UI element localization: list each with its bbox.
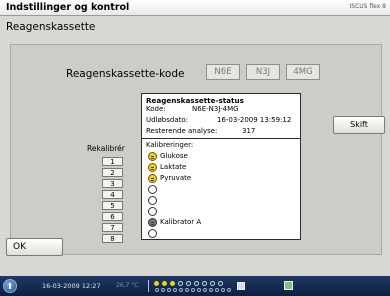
- vial-slot-icon: [167, 288, 171, 292]
- vial-slot-icon: [221, 288, 225, 292]
- sample-slot-icon: [210, 281, 215, 286]
- remaining-label: Resterende analyse:: [146, 127, 218, 135]
- expiry-label: Udløbsdato:: [146, 116, 189, 124]
- vial-slot-icon: [209, 288, 213, 292]
- status-divider: [142, 138, 300, 139]
- cassette-code-label: Reagenskassette-kode: [66, 68, 185, 80]
- recalibrate-label: Rekalibrér: [87, 144, 125, 153]
- sample-slot-icon: [218, 281, 223, 286]
- power-icon[interactable]: [3, 279, 17, 293]
- empty-circle-icon: [148, 207, 157, 216]
- vial-slot-icon: [215, 288, 219, 292]
- change-cassette-button[interactable]: Skift: [333, 116, 385, 134]
- calibrator-icon: [148, 218, 157, 227]
- window-title: Indstillinger og kontrol: [6, 2, 130, 13]
- sample-slot-icon: [186, 281, 191, 286]
- calibrations-label: Kalibreringer:: [146, 141, 194, 149]
- cassette-code-field-2[interactable]: N3J: [246, 64, 280, 80]
- empty-circle-icon: [148, 196, 157, 205]
- calibration-label: Glukose: [160, 152, 188, 160]
- empty-circle-icon: [148, 185, 157, 194]
- smiley-icon: [148, 163, 157, 172]
- status-title: Reagenskassette-status: [146, 96, 244, 105]
- sample-slot-icon: [202, 281, 207, 286]
- cassette-status-icon[interactable]: [237, 282, 245, 290]
- remaining-value: 317: [242, 127, 256, 135]
- smiley-icon: [148, 174, 157, 183]
- vial-slot-icon: [161, 288, 165, 292]
- sample-slot-icon: [178, 281, 183, 286]
- empty-circle-icon: [148, 229, 157, 238]
- status-bar: 16-03-2009 12:27 26,7 °C: [0, 276, 390, 296]
- vial-slot-icon: [179, 288, 183, 292]
- vial-slot-icon: [191, 288, 195, 292]
- sample-slot-icon: [154, 281, 159, 286]
- system-status-icon[interactable]: [284, 281, 293, 290]
- calibration-label: Pyruvate: [160, 174, 192, 182]
- vial-slot-icon: [155, 288, 159, 292]
- ok-button[interactable]: OK: [6, 238, 63, 256]
- code-label: Kode:: [146, 105, 166, 113]
- recalibrate-button-5[interactable]: 5: [102, 201, 123, 210]
- sample-slot-icon: [170, 281, 175, 286]
- brand-logo: ISCUS flex 8: [349, 3, 386, 10]
- status-temperature: 26,7 °C: [116, 282, 139, 289]
- status-date: 16-03-2009 12:27: [42, 282, 101, 290]
- sample-slot-icon: [162, 281, 167, 286]
- cassette-code-field-1[interactable]: N6E: [206, 64, 240, 80]
- page-title: Reagenskassette: [6, 21, 96, 33]
- vial-slot-icon: [185, 288, 189, 292]
- recalibrate-button-7[interactable]: 7: [102, 223, 123, 232]
- vial-slot-icon: [227, 288, 231, 292]
- calibration-label: Kalibrator A: [160, 218, 202, 226]
- recalibrate-button-2[interactable]: 2: [102, 168, 123, 177]
- vial-slot-icon: [197, 288, 201, 292]
- smiley-icon: [148, 152, 157, 161]
- recalibrate-button-1[interactable]: 1: [102, 157, 123, 166]
- vial-slot-icon: [203, 288, 207, 292]
- calibration-label: Laktate: [160, 163, 187, 171]
- cassette-code-field-3[interactable]: 4MG: [286, 64, 320, 80]
- expiry-value: 16-03-2009 13:59:12: [217, 116, 292, 124]
- sample-slot-icon: [194, 281, 199, 286]
- cassette-status-box: Reagenskassette-status Kode: N6E-N3J-4MG…: [141, 93, 301, 240]
- status-separator: [148, 280, 149, 292]
- recalibrate-button-8[interactable]: 8: [102, 234, 123, 243]
- title-bar: Indstillinger og kontrol ISCUS flex 8: [0, 0, 390, 16]
- recalibrate-button-6[interactable]: 6: [102, 212, 123, 221]
- recalibrate-button-4[interactable]: 4: [102, 190, 123, 199]
- code-value: N6E-N3J-4MG: [192, 105, 239, 113]
- vial-slot-icon: [173, 288, 177, 292]
- recalibrate-button-3[interactable]: 3: [102, 179, 123, 188]
